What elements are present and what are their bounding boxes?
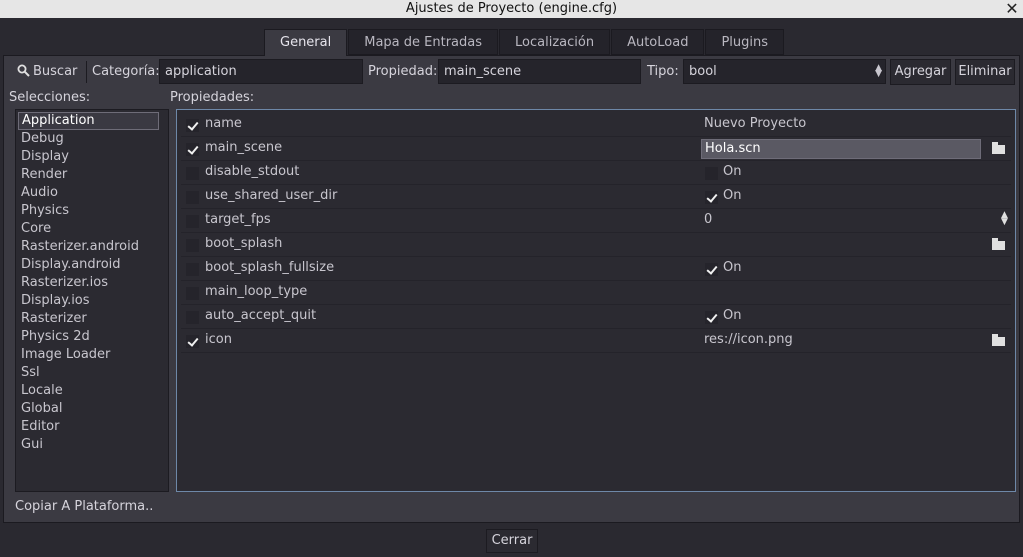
value-checkbox[interactable] — [705, 167, 718, 180]
property-row: auto_accept_quit On — [177, 305, 1015, 329]
property-value-field[interactable]: Hola.scn — [701, 139, 981, 159]
property-input[interactable] — [438, 59, 641, 84]
property-name: auto_accept_quit — [205, 308, 317, 323]
category-label: Categoría: — [92, 64, 160, 79]
property-value: Nuevo Proyecto — [704, 116, 807, 131]
property-row: name Nuevo Proyecto — [177, 113, 1015, 137]
close-button[interactable]: Cerrar — [486, 529, 538, 553]
property-checkbox[interactable] — [186, 287, 199, 300]
category-input[interactable] — [159, 59, 363, 84]
property-row: target_fps 0 ▲ ▼ — [177, 209, 1015, 233]
tab-general[interactable]: General — [264, 29, 348, 56]
selection-item[interactable]: Audio — [16, 184, 168, 202]
property-row: use_shared_user_dir On — [177, 185, 1015, 209]
title-bar: Ajustes de Proyecto (engine.cfg) ✕ — [0, 0, 1023, 18]
search-label: Buscar — [33, 64, 78, 79]
property-name: main_loop_type — [205, 284, 308, 299]
property-name: boot_splash_fullsize — [205, 260, 335, 275]
property-name: target_fps — [205, 212, 271, 227]
selection-item[interactable]: Image Loader — [16, 346, 168, 364]
selections-label: Selecciones: — [9, 90, 91, 105]
value-label: On — [723, 260, 742, 275]
tab-input-map[interactable]: Mapa de Entradas — [348, 29, 499, 55]
property-checkbox[interactable] — [186, 143, 199, 156]
selection-item[interactable]: Rasterizer.ios — [16, 274, 168, 292]
type-label: Tipo: — [647, 64, 679, 79]
selection-item[interactable]: Rasterizer.android — [16, 238, 168, 256]
selections-list[interactable]: Application Debug Display Render Audio Physic… — [15, 109, 169, 492]
property-row: icon res://icon.png — [177, 329, 1015, 353]
properties-list[interactable]: name Nuevo Proyecto main_scene Hola.scn disa… — [176, 109, 1016, 492]
value-checkbox[interactable] — [705, 191, 718, 204]
properties-label: Propiedades: — [170, 90, 255, 105]
property-checkbox[interactable] — [186, 167, 199, 180]
property-checkbox[interactable] — [186, 263, 199, 276]
value-label: On — [723, 164, 742, 179]
property-name: name — [205, 116, 242, 131]
selection-item[interactable]: Global — [16, 400, 168, 418]
property-name: boot_splash — [205, 236, 283, 251]
tab-plugins[interactable]: Plugins — [705, 29, 785, 55]
property-row: main_loop_type — [177, 281, 1015, 305]
selection-item[interactable]: Display.ios — [16, 292, 168, 310]
selection-item[interactable]: Rasterizer — [16, 310, 168, 328]
tab-bar: General Mapa de Entradas Localización Au… — [264, 29, 785, 56]
property-checkbox[interactable] — [186, 119, 199, 132]
property-value[interactable]: 0 — [704, 212, 712, 227]
selection-item[interactable]: Render — [16, 166, 168, 184]
property-row: main_scene Hola.scn — [177, 137, 1015, 161]
toolbar-separator — [86, 61, 87, 83]
type-select-value: bool — [689, 64, 717, 79]
value-label: On — [723, 308, 742, 323]
copy-to-platform-button[interactable]: Copiar A Plataforma.. — [15, 499, 153, 514]
folder-icon[interactable] — [992, 334, 1005, 346]
tab-localization[interactable]: Localización — [499, 29, 611, 55]
selection-item[interactable]: Physics — [16, 202, 168, 220]
property-row: boot_splash_fullsize On — [177, 257, 1015, 281]
property-checkbox[interactable] — [186, 215, 199, 228]
search-icon — [17, 64, 30, 77]
selection-item[interactable]: Core — [16, 220, 168, 238]
selection-item[interactable]: Editor — [16, 418, 168, 436]
property-row: disable_stdout On — [177, 161, 1015, 185]
property-label: Propiedad: — [368, 64, 438, 79]
value-checkbox[interactable] — [705, 263, 718, 276]
tab-autoload[interactable]: AutoLoad — [611, 29, 705, 55]
property-row: boot_splash — [177, 233, 1015, 257]
add-button[interactable]: Agregar — [890, 59, 951, 85]
row-divider — [181, 352, 1011, 353]
property-checkbox[interactable] — [186, 335, 199, 348]
selection-item[interactable]: Display — [16, 148, 168, 166]
property-checkbox[interactable] — [186, 311, 199, 324]
updown-arrows-icon: ▲ ▼ — [875, 63, 882, 79]
folder-icon[interactable] — [992, 238, 1005, 250]
close-icon[interactable]: ✕ — [1005, 0, 1019, 18]
selection-item[interactable]: Gui — [16, 436, 168, 454]
property-checkbox[interactable] — [186, 191, 199, 204]
selection-item[interactable]: Ssl — [16, 364, 168, 382]
search-button[interactable]: Buscar — [10, 59, 82, 85]
value-checkbox[interactable] — [705, 311, 718, 324]
remove-button[interactable]: Eliminar — [955, 59, 1015, 85]
spinner-arrows-icon[interactable]: ▲ ▼ — [1001, 211, 1008, 227]
property-value: res://icon.png — [704, 332, 793, 347]
property-name: main_scene — [205, 140, 283, 155]
property-name: icon — [205, 332, 232, 347]
selection-item[interactable]: Locale — [16, 382, 168, 400]
folder-icon[interactable] — [992, 142, 1005, 154]
selection-item[interactable]: Debug — [16, 130, 168, 148]
property-name: use_shared_user_dir — [205, 188, 338, 203]
value-label: On — [723, 188, 742, 203]
selection-item[interactable]: Physics 2d — [16, 328, 168, 346]
selection-item[interactable]: Display.android — [16, 256, 168, 274]
type-select[interactable]: bool ▲ ▼ — [683, 59, 886, 84]
property-name: disable_stdout — [205, 164, 300, 179]
selection-item[interactable]: Application — [18, 112, 159, 130]
window-title: Ajustes de Proyecto (engine.cfg) — [405, 1, 618, 16]
property-checkbox[interactable] — [186, 239, 199, 252]
